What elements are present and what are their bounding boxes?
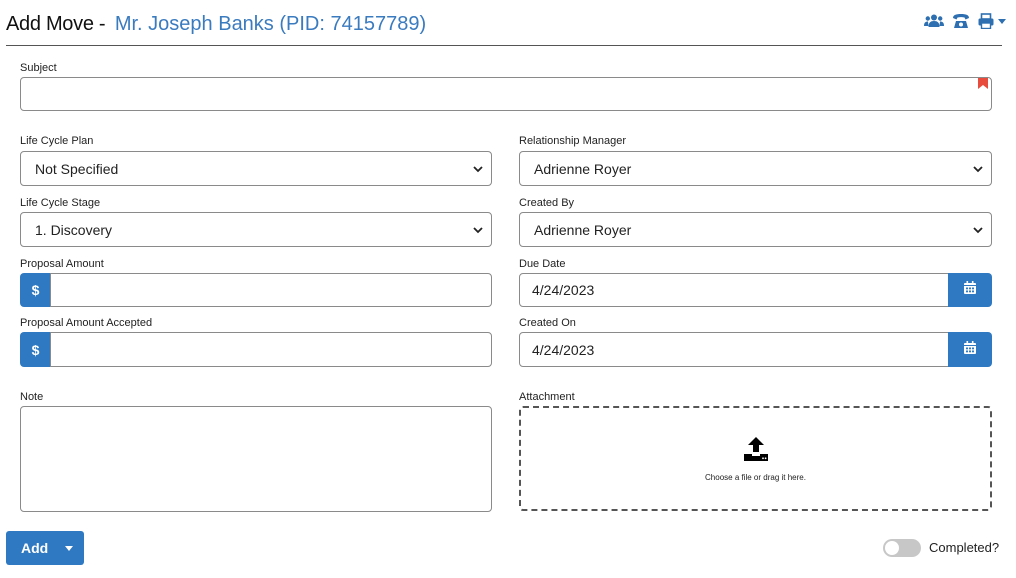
add-button[interactable]: Add bbox=[6, 531, 84, 565]
upload-icon bbox=[743, 436, 769, 467]
attachment-dropzone[interactable]: Choose a file or drag it here. bbox=[519, 406, 992, 511]
proposal-amount-accepted-input[interactable] bbox=[50, 332, 492, 367]
created-on-label: Created On bbox=[519, 317, 576, 329]
person-link[interactable]: Mr. Joseph Banks (PID: 74157789) bbox=[115, 13, 426, 35]
life-cycle-plan-label: Life Cycle Plan bbox=[20, 135, 94, 147]
note-textarea[interactable] bbox=[20, 406, 492, 512]
calendar-icon bbox=[964, 281, 976, 299]
life-cycle-plan-value: Not Specified bbox=[35, 160, 119, 177]
dollar-prefix: $ bbox=[20, 273, 51, 307]
relationship-manager-select[interactable]: Adrienne Royer bbox=[519, 151, 992, 186]
due-date-label: Due Date bbox=[519, 258, 566, 270]
created-on-value: 4/24/2023 bbox=[532, 341, 595, 358]
due-date-value: 4/24/2023 bbox=[532, 282, 595, 298]
created-by-label: Created By bbox=[519, 197, 575, 209]
page-title-text: Add Move - bbox=[6, 13, 106, 35]
subject-input[interactable] bbox=[20, 77, 992, 111]
page-title: Add Move - Mr. Joseph Banks (PID: 741577… bbox=[6, 13, 426, 36]
completed-toggle[interactable] bbox=[883, 539, 921, 557]
relationship-manager-label: Relationship Manager bbox=[519, 135, 627, 147]
header-actions bbox=[924, 13, 1006, 29]
relationship-manager-value: Adrienne Royer bbox=[534, 160, 632, 177]
required-flag-icon bbox=[978, 76, 988, 94]
completed-label: Completed? bbox=[929, 540, 1000, 555]
users-icon[interactable] bbox=[924, 14, 944, 28]
created-by-value: Adrienne Royer bbox=[534, 221, 632, 238]
toggle-knob bbox=[885, 541, 899, 555]
print-icon[interactable] bbox=[978, 13, 994, 29]
add-button-label: Add bbox=[21, 540, 49, 556]
due-date-input[interactable]: 4/24/2023 bbox=[519, 273, 950, 307]
phone-icon[interactable] bbox=[952, 13, 970, 29]
proposal-amount-label: Proposal Amount bbox=[20, 258, 104, 270]
created-on-input[interactable]: 4/24/2023 bbox=[519, 332, 950, 367]
life-cycle-stage-value: 1. Discovery bbox=[35, 221, 113, 238]
life-cycle-plan-select[interactable]: Not Specified bbox=[20, 151, 492, 186]
chevron-down-icon bbox=[473, 221, 483, 239]
due-date-calendar-button[interactable] bbox=[948, 273, 992, 307]
calendar-icon bbox=[964, 340, 976, 359]
dollar-prefix: $ bbox=[20, 332, 51, 367]
created-on-calendar-button[interactable] bbox=[948, 332, 992, 367]
chevron-down-icon bbox=[973, 221, 983, 239]
note-label: Note bbox=[20, 391, 44, 403]
dropdown-caret-icon[interactable] bbox=[998, 18, 1006, 24]
proposal-amount-input[interactable] bbox=[50, 273, 492, 307]
life-cycle-stage-select[interactable]: 1. Discovery bbox=[20, 212, 492, 247]
chevron-down-icon bbox=[973, 160, 983, 178]
created-by-select[interactable]: Adrienne Royer bbox=[519, 212, 992, 247]
page-header: Add Move - Mr. Joseph Banks (PID: 741577… bbox=[6, 0, 1006, 46]
attachment-label: Attachment bbox=[519, 391, 575, 403]
attachment-hint: Choose a file or drag it here. bbox=[705, 472, 806, 482]
subject-label: Subject bbox=[20, 62, 57, 74]
chevron-down-icon bbox=[473, 160, 483, 178]
life-cycle-stage-label: Life Cycle Stage bbox=[20, 197, 101, 209]
proposal-amount-accepted-label: Proposal Amount Accepted bbox=[20, 317, 153, 329]
chevron-down-icon[interactable] bbox=[65, 545, 74, 551]
